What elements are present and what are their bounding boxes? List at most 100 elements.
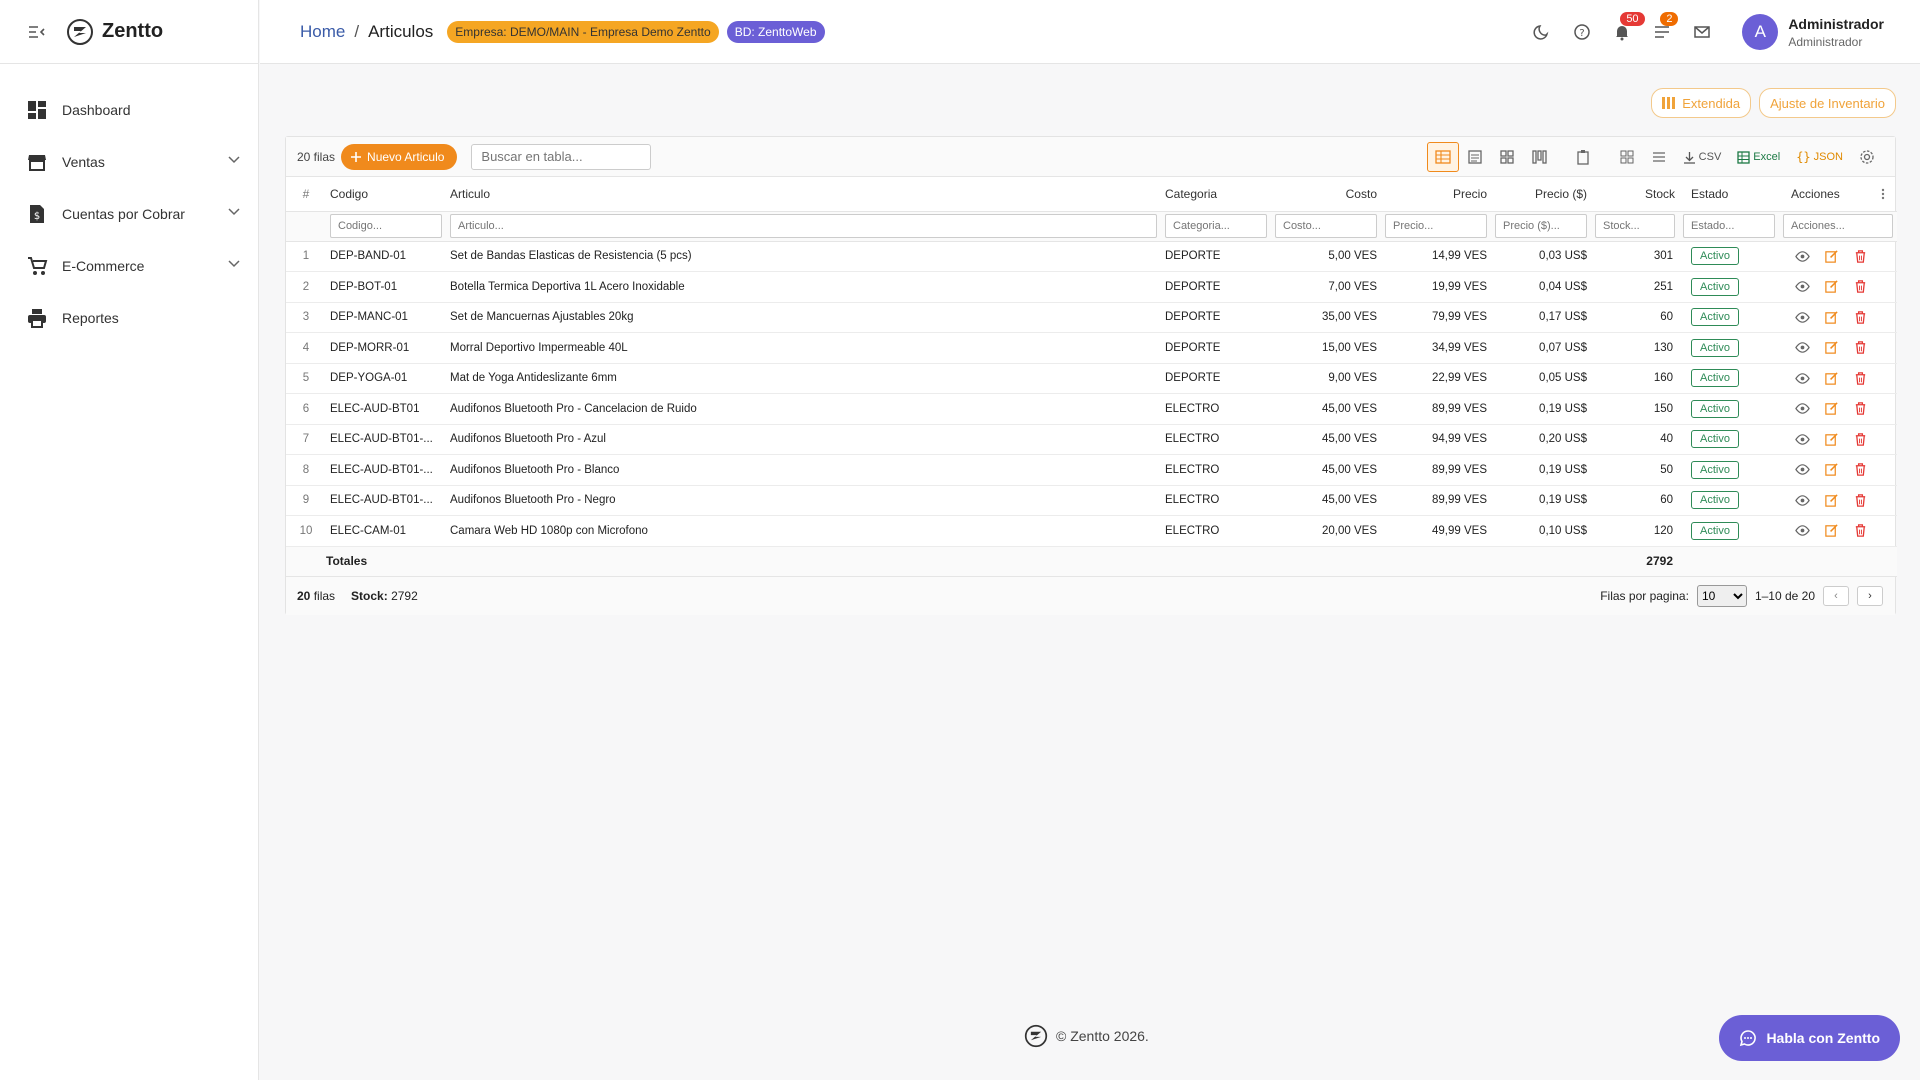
filter-acciones-input[interactable] <box>1783 214 1893 238</box>
view-icon[interactable] <box>1795 523 1810 538</box>
table-row[interactable]: 4 DEP-MORR-01 Morral Deportivo Impermeable… <box>286 332 1897 364</box>
col-header-stock[interactable]: Stock <box>1591 177 1679 212</box>
view-icon[interactable] <box>1795 310 1810 325</box>
sidebar-item-label: Ventas <box>62 154 105 170</box>
edit-icon[interactable] <box>1824 432 1839 447</box>
collapse-menu-icon[interactable] <box>28 25 46 39</box>
table-row[interactable]: 1 DEP-BAND-01 Set de Bandas Elasticas de R… <box>286 241 1897 272</box>
empresa-badge[interactable]: Empresa: DEMO/MAIN - Empresa Demo Zentto <box>447 20 719 43</box>
delete-icon[interactable] <box>1853 340 1868 355</box>
col-header-estado[interactable]: Estado <box>1679 177 1779 212</box>
delete-icon[interactable] <box>1853 523 1868 538</box>
filter-codigo-input[interactable] <box>330 214 442 238</box>
database-badge[interactable]: BD: ZenttoWeb <box>726 20 825 43</box>
sidebar-item-reportes[interactable]: Reportes <box>0 292 258 344</box>
delete-icon[interactable] <box>1853 493 1868 508</box>
view-icon[interactable] <box>1795 249 1810 264</box>
extendida-button[interactable]: Extendida <box>1651 88 1752 118</box>
clipboard-button[interactable] <box>1567 142 1599 172</box>
ajuste-inventario-button[interactable]: Ajuste de Inventario <box>1759 88 1896 118</box>
sidebar-item-dashboard[interactable]: Dashboard <box>0 84 258 136</box>
edit-icon[interactable] <box>1824 310 1839 325</box>
view-icon[interactable] <box>1795 340 1810 355</box>
delete-icon[interactable] <box>1853 310 1868 325</box>
export-csv-button[interactable]: CSV <box>1675 151 1730 164</box>
view-icon[interactable] <box>1795 432 1810 447</box>
view-icon[interactable] <box>1795 401 1810 416</box>
delete-icon[interactable] <box>1853 279 1868 294</box>
chat-button[interactable]: Habla con Zentto <box>1719 1015 1900 1061</box>
filter-categoria-input[interactable] <box>1165 214 1267 238</box>
delete-icon[interactable] <box>1853 462 1868 477</box>
col-header-precio-usd[interactable]: Precio ($) <box>1491 177 1591 212</box>
new-articulo-button[interactable]: Nuevo Articulo <box>341 143 458 170</box>
view-icon[interactable] <box>1795 493 1810 508</box>
breadcrumb-home-link[interactable]: Home <box>300 22 345 42</box>
delete-icon[interactable] <box>1853 249 1868 264</box>
filter-precio-usd-input[interactable] <box>1495 214 1587 238</box>
table-row[interactable]: 6 ELEC-AUD-BT01 Audifonos Bluetooth Pro - … <box>286 393 1897 425</box>
column-menu-icon[interactable] <box>1881 188 1885 200</box>
export-excel-button[interactable]: Excel <box>1729 150 1788 164</box>
table-row[interactable]: 3 DEP-MANC-01 Set de Mancuernas Ajustables… <box>286 302 1897 333</box>
brand[interactable]: Zentto <box>66 18 163 46</box>
col-header-costo[interactable]: Costo <box>1271 177 1381 212</box>
col-header-codigo[interactable]: Codigo <box>326 177 446 212</box>
table-view-button[interactable] <box>1426 142 1459 172</box>
delete-icon[interactable] <box>1853 432 1868 447</box>
detail-view-button[interactable] <box>1459 142 1491 172</box>
prev-page-button[interactable]: ‹ <box>1823 585 1849 606</box>
edit-icon[interactable] <box>1824 462 1839 477</box>
col-header-categoria[interactable]: Categoria <box>1161 177 1271 212</box>
sidebar-item-e-commerce[interactable]: E-Commerce <box>0 240 258 292</box>
sidebar-item-cuentas-por-cobrar[interactable]: $ Cuentas por Cobrar <box>0 188 258 240</box>
cards-view-button[interactable] <box>1491 142 1523 172</box>
delete-icon[interactable] <box>1853 371 1868 386</box>
view-icon[interactable] <box>1795 462 1810 477</box>
sidebar-item-ventas[interactable]: Ventas <box>0 136 258 188</box>
filter-costo-input[interactable] <box>1275 214 1377 238</box>
tasks-button[interactable]: 2 <box>1652 12 1679 42</box>
cell-precio: 89,99 VES <box>1381 393 1491 425</box>
totals-cell-acciones <box>1779 545 1897 577</box>
edit-icon[interactable] <box>1824 371 1839 386</box>
avatar[interactable]: A <box>1742 14 1779 50</box>
filter-stock-input[interactable] <box>1595 214 1675 238</box>
edit-icon[interactable] <box>1824 340 1839 355</box>
rows-per-page-select[interactable]: 10 <box>1696 584 1747 607</box>
messages-button[interactable] <box>1692 22 1712 42</box>
edit-icon[interactable] <box>1824 401 1839 416</box>
filter-estado-input[interactable] <box>1683 214 1775 238</box>
table-row[interactable]: 7 ELEC-AUD-BT01-... Audifonos Bluetooth Pr… <box>286 424 1897 455</box>
edit-icon[interactable] <box>1824 523 1839 538</box>
table-row[interactable]: 10 ELEC-CAM-01 Camara Web HD 1080p con Mic… <box>286 515 1897 547</box>
cell-costo: 45,00 VES <box>1271 424 1381 455</box>
notifications-button[interactable]: 50 <box>1612 12 1645 42</box>
table-row[interactable]: 5 DEP-YOGA-01 Mat de Yoga Antideslizante 6… <box>286 363 1897 394</box>
filter-precio-input[interactable] <box>1385 214 1487 238</box>
view-icon[interactable] <box>1795 279 1810 294</box>
table-row[interactable]: 9 ELEC-AUD-BT01-... Audifonos Bluetooth Pr… <box>286 485 1897 516</box>
export-json-button[interactable]: {} JSON <box>1788 150 1851 164</box>
view-icon[interactable] <box>1795 371 1810 386</box>
dark-mode-button[interactable] <box>1532 22 1552 42</box>
edit-icon[interactable] <box>1824 493 1839 508</box>
totals-label: Totales <box>326 545 446 577</box>
col-header-precio[interactable]: Precio <box>1381 177 1491 212</box>
filter-articulo-input[interactable] <box>450 214 1157 238</box>
kanban-view-button[interactable] <box>1523 142 1555 172</box>
edit-icon[interactable] <box>1824 279 1839 294</box>
help-button[interactable]: ? <box>1572 22 1592 42</box>
table-search-input[interactable] <box>471 143 652 170</box>
user-menu[interactable]: Administrador Administrador <box>1788 16 1884 49</box>
delete-icon[interactable] <box>1853 401 1868 416</box>
next-page-button[interactable]: › <box>1857 585 1883 606</box>
density-button[interactable] <box>1611 142 1643 172</box>
col-header-articulo[interactable]: Articulo <box>446 177 1161 212</box>
edit-icon[interactable] <box>1824 249 1839 264</box>
table-row[interactable]: 2 DEP-BOT-01 Botella Termica Deportiva 1L … <box>286 271 1897 303</box>
clipboard-icon <box>1577 150 1589 165</box>
table-row[interactable]: 8 ELEC-AUD-BT01-... Audifonos Bluetooth Pr… <box>286 454 1897 486</box>
settings-button[interactable] <box>1851 142 1883 172</box>
rows-density-button[interactable] <box>1643 142 1675 172</box>
